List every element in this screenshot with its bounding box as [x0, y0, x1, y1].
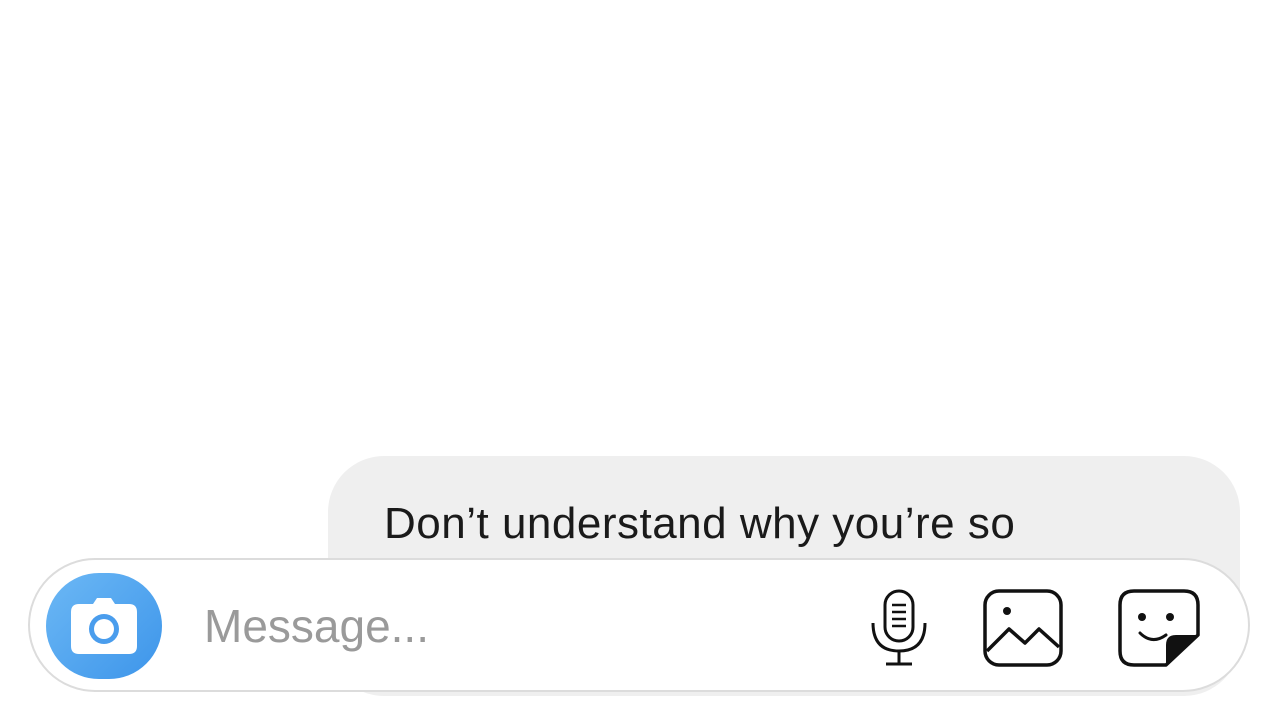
voice-message-button[interactable]: [858, 588, 940, 668]
chat-screen: Don’t understand why you’re so: [0, 0, 1280, 720]
sticker-button[interactable]: [1118, 588, 1200, 668]
message-text: Don’t understand why you’re so: [384, 499, 1016, 548]
camera-icon: [71, 598, 137, 654]
sticker-icon: [1118, 589, 1200, 667]
image-icon: [983, 589, 1063, 667]
message-composer: [28, 558, 1250, 692]
microphone-icon: [871, 589, 927, 666]
message-input[interactable]: [204, 594, 804, 658]
camera-button[interactable]: [46, 573, 162, 679]
gallery-button[interactable]: [982, 588, 1064, 668]
